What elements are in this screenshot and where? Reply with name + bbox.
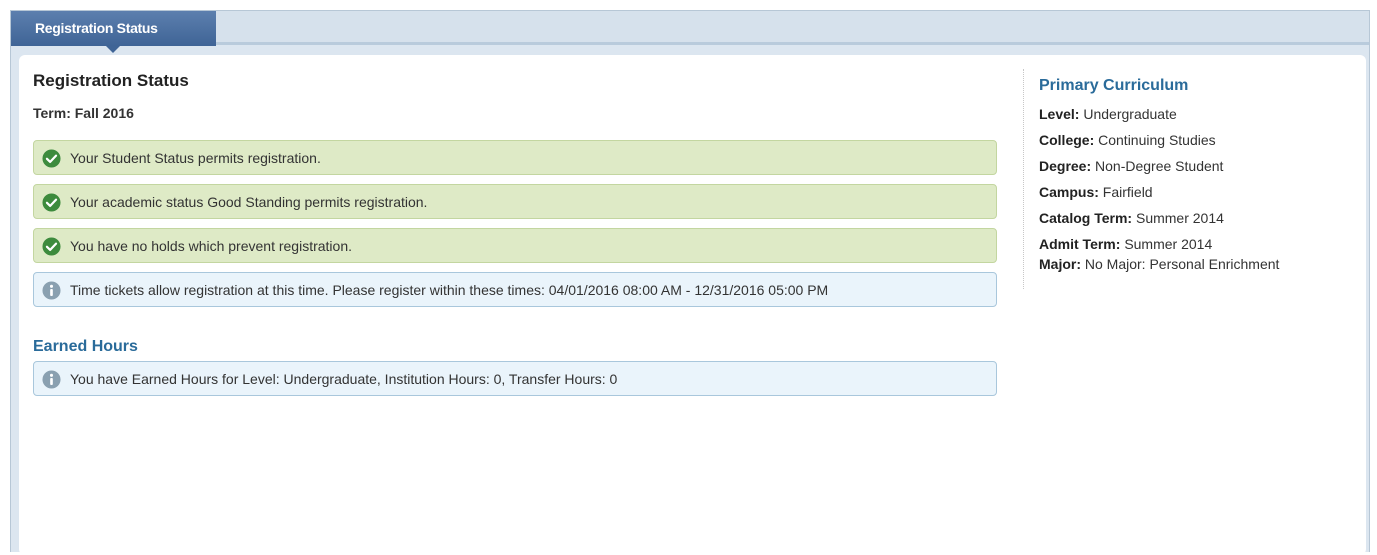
time-ticket-message: Time tickets allow registration at this … [33,272,997,307]
curriculum-admit-term: Admit Term: Summer 2014 [1039,233,1353,255]
tab-registration-status[interactable]: Registration Status [11,11,216,46]
tab-bar: Registration Status [11,11,1369,53]
field-label: Level: [1039,106,1080,122]
page-title: Registration Status [33,71,189,90]
message-text: Your Student Status permits registration… [70,150,321,166]
message-text: You have no holds which prevent registra… [70,238,352,254]
field-value: Undergraduate [1083,106,1177,122]
content-panel: Registration Status Term: Fall 2016 Your… [19,55,1366,555]
tab-pointer [106,46,120,53]
field-value: No Major: Personal Enrichment [1084,256,1280,272]
curriculum-college: College: Continuing Studies [1039,129,1353,151]
holds-message: You have no holds which prevent registra… [33,228,997,263]
field-value: Continuing Studies [1098,132,1216,148]
field-label: Catalog Term: [1039,210,1133,226]
curriculum-catalog-term: Catalog Term: Summer 2014 [1039,207,1353,229]
page-frame: Registration Status Registration Status … [10,10,1370,555]
field-label: Degree: [1039,158,1092,174]
field-value: Summer 2014 [1124,236,1213,252]
message-text: Time tickets allow registration at this … [70,282,829,298]
academic-status-message: Your academic status Good Standing permi… [33,184,997,219]
check-circle-icon [42,193,61,212]
term-label: Term: Fall 2016 [33,105,134,121]
field-value: Fairfield [1102,184,1153,200]
info-circle-icon [42,281,61,300]
field-value: Summer 2014 [1135,210,1224,226]
message-text: Your academic status Good Standing permi… [70,194,428,210]
student-status-message: Your Student Status permits registration… [33,140,997,175]
field-label: College: [1039,132,1095,148]
field-label: Major: [1039,256,1081,272]
earned-hours-message: You have Earned Hours for Level: Undergr… [33,361,997,396]
curriculum-degree: Degree: Non-Degree Student [1039,155,1353,177]
check-circle-icon [42,237,61,256]
curriculum-campus: Campus: Fairfield [1039,181,1353,203]
curriculum-major: Major: No Major: Personal Enrichment [1039,253,1353,275]
curriculum-heading: Primary Curriculum [1039,77,1189,94]
info-circle-icon [42,370,61,389]
field-label: Campus: [1039,184,1099,200]
earned-hours-heading: Earned Hours [33,338,138,355]
registration-main: Registration Status Term: Fall 2016 Your… [33,69,997,396]
check-circle-icon [42,149,61,168]
curriculum-level: Level: Undergraduate [1039,103,1353,125]
field-value: Non-Degree Student [1095,158,1224,174]
field-label: Admit Term: [1039,236,1121,252]
message-text: You have Earned Hours for Level: Undergr… [70,371,618,387]
primary-curriculum-panel: Primary Curriculum Level: Undergraduate … [1023,69,1353,289]
